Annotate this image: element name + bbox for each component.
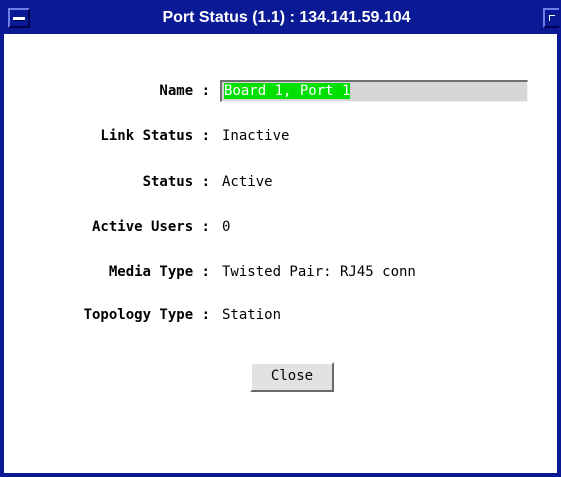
link-status-value: Inactive <box>222 128 290 144</box>
title-bar[interactable]: Port Status (1.1) : 134.141.59.104 <box>4 4 559 34</box>
topology-type-label: Topology Type : <box>83 307 210 323</box>
name-input-value[interactable]: Board 1, Port 1 <box>224 83 351 99</box>
port-status-dialog: Port Status (1.1) : 134.141.59.104 Name … <box>0 0 561 477</box>
window-title: Port Status (1.1) : 134.141.59.104 <box>162 9 411 26</box>
active-users-label: Active Users : <box>91 219 210 235</box>
media-type-label: Media Type : <box>108 264 210 280</box>
window-menu-icon[interactable] <box>8 8 30 28</box>
media-type-value: Twisted Pair: RJ45 conn <box>222 264 416 280</box>
status-value: Active <box>222 174 273 190</box>
active-users-value: 0 <box>222 219 231 235</box>
topology-type-value: Station <box>222 307 282 323</box>
name-label: Name : <box>159 83 210 99</box>
maximize-icon[interactable] <box>543 8 559 28</box>
close-button[interactable]: Close <box>250 362 334 392</box>
link-status-label: Link Status : <box>100 128 210 144</box>
status-label: Status : <box>142 174 210 190</box>
name-input[interactable]: Board 1, Port 1 <box>220 80 528 102</box>
